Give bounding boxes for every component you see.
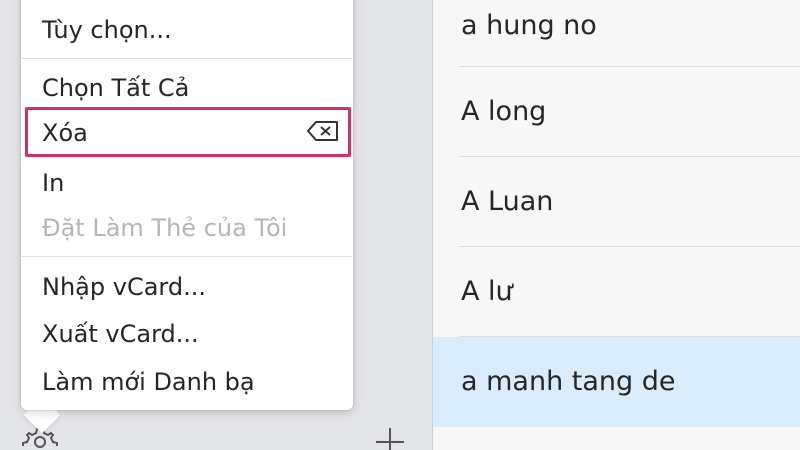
contact-name: A long [461, 96, 547, 127]
contact-name: a hung no [461, 10, 597, 41]
settings-menu [21, 0, 353, 410]
contact-name: A lư [461, 276, 513, 307]
contact-name: A Luan [461, 186, 554, 217]
contact-row[interactable]: A lư [433, 247, 800, 337]
contacts-app: a hung no A long A Luan A lư a manh tang… [0, 0, 800, 450]
sidebar-footer [0, 408, 432, 450]
contacts-list: a hung no A long A Luan A lư a manh tang… [433, 0, 800, 450]
contact-row-selected[interactable]: a manh tang de [433, 337, 800, 427]
highlight-box [25, 107, 351, 157]
plus-icon [376, 428, 404, 450]
menu-item-import-vcard[interactable]: Nhập vCard... [42, 275, 206, 299]
contact-row[interactable]: A long [433, 67, 800, 157]
menu-item-refresh-contacts[interactable]: Làm mới Danh bạ [42, 370, 255, 394]
add-contact-button[interactable] [370, 420, 410, 450]
menu-item-make-my-card: Đặt Làm Thẻ của Tôi [42, 214, 288, 242]
menu-item-select-all[interactable]: Chọn Tất Cả [42, 76, 189, 100]
menu-separator [22, 256, 352, 257]
contact-row[interactable]: A Luan [433, 157, 800, 247]
menu-item-preferences[interactable]: Tùy chọn... [42, 18, 172, 42]
menu-separator [22, 58, 352, 59]
menu-item-export-vcard[interactable]: Xuất vCard... [42, 322, 199, 346]
contact-row[interactable]: a hung no [433, 0, 800, 68]
menu-item-print[interactable]: In [42, 171, 64, 195]
contact-name: a manh tang de [461, 366, 676, 397]
delete-key-icon [307, 121, 338, 141]
